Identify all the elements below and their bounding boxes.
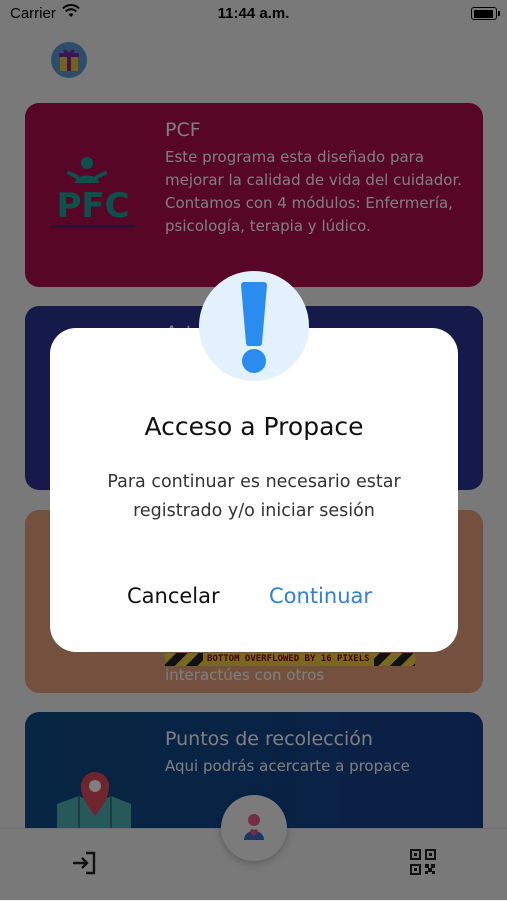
exclamation-icon [241,282,267,373]
dialog-message: Para continuar es necesario estar regist… [107,472,401,521]
cancel-button[interactable]: Cancelar [127,584,220,608]
dialog-title: Acceso a Propace [144,412,364,441]
continue-button[interactable]: Continuar [269,584,372,608]
alert-badge [199,271,309,381]
